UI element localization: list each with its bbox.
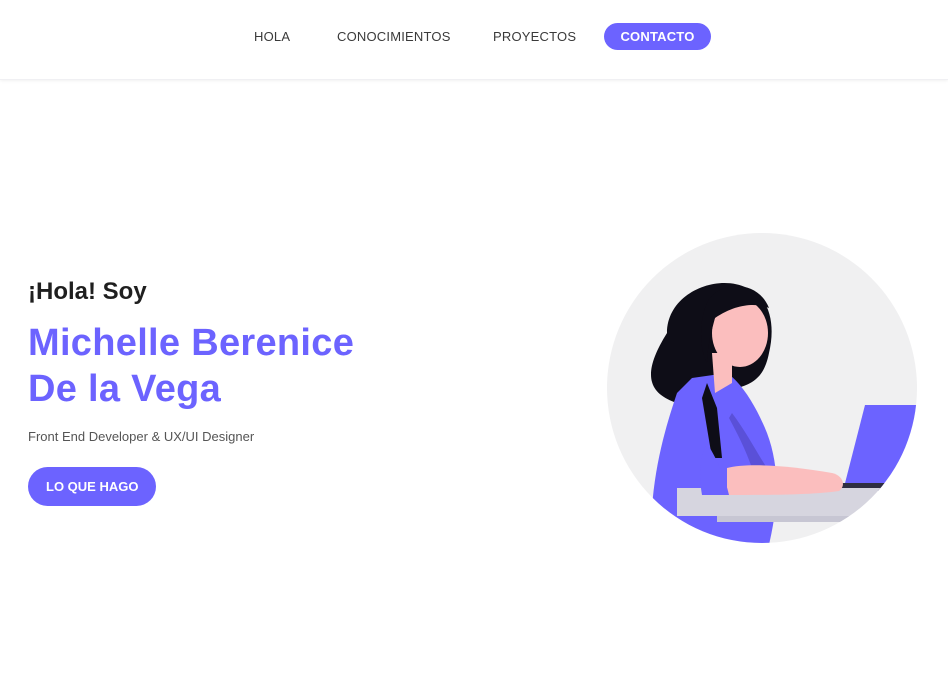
nav-link-hola[interactable]: HOLA [254, 23, 290, 50]
lo-que-hago-button[interactable]: LO QUE HAGO [28, 467, 157, 506]
hero-intro: ¡Hola! Soy Michelle Berenice De la Vega … [28, 276, 548, 506]
hero-name-line2: De la Vega [28, 368, 222, 410]
hero-greeting: ¡Hola! Soy [28, 278, 147, 305]
main-nav: HOLA CONOCIMIENTOS PROYECTOS CONTACTO [0, 23, 948, 50]
hero-name: Michelle Berenice De la Vega [28, 320, 548, 412]
nav-contact-button[interactable]: CONTACTO [604, 23, 711, 50]
nav-link-conocimientos[interactable]: CONOCIMIENTOS [337, 23, 451, 50]
hero-role: Front End Developer & UX/UI Designer [28, 429, 255, 444]
hero-name-line1: Michelle Berenice [28, 322, 355, 364]
top-navbar: HOLA CONOCIMIENTOS PROYECTOS CONTACTO [0, 0, 948, 80]
nav-link-proyectos[interactable]: PROYECTOS [493, 23, 576, 50]
woman-laptop-illustration-icon [607, 233, 917, 543]
